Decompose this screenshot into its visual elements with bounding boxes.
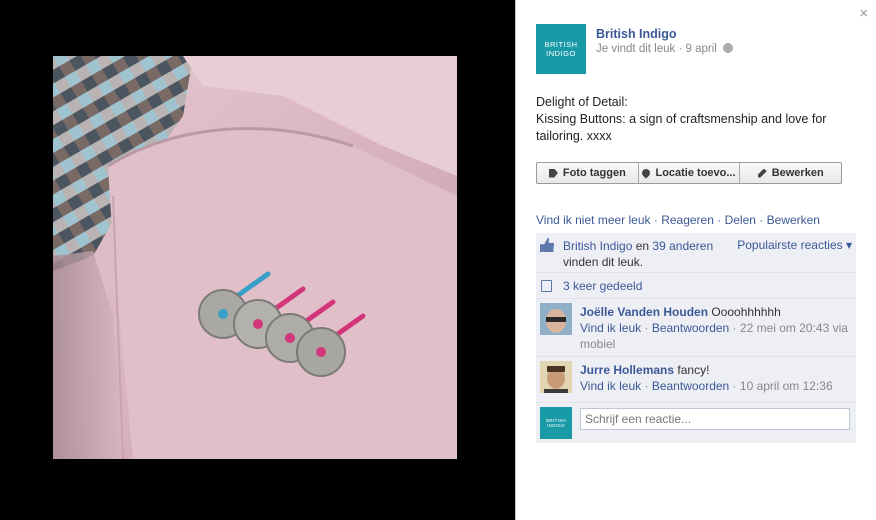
post-date[interactable]: 9 april <box>686 43 717 55</box>
feedback-box: British Indigo en 39 anderen vinden dit … <box>536 233 856 443</box>
comment-author-link[interactable]: Jurre Hollemans <box>580 363 674 377</box>
add-location-label: Locatie toevo... <box>655 167 736 179</box>
add-location-button[interactable]: Locatie toevo... <box>639 163 741 183</box>
edit-label: Bewerken <box>771 167 824 179</box>
commenter-avatar[interactable] <box>540 361 572 393</box>
edit-button[interactable]: Bewerken <box>740 163 841 183</box>
post-photo[interactable] <box>53 56 457 459</box>
likes-row: British Indigo en 39 anderen vinden dit … <box>536 233 856 273</box>
comment-link[interactable]: Reageren <box>661 213 714 227</box>
tag-photo-label: Foto taggen <box>562 167 626 179</box>
location-pin-icon <box>640 167 653 179</box>
tag-icon <box>548 168 558 178</box>
page-avatar[interactable]: BRITISH INDIGO <box>536 24 586 74</box>
photo-action-bar: Foto taggen Locatie toevo... Bewerken <box>536 162 842 184</box>
thumbs-up-icon <box>540 238 554 252</box>
pencil-icon <box>757 168 767 178</box>
commenter-avatar[interactable] <box>540 303 572 335</box>
logo-text-line1: BRITISH <box>544 40 578 49</box>
globe-icon[interactable] <box>723 43 734 53</box>
comment-body: Jurre Hollemans fancy! Vind ik leuk · Be… <box>580 363 833 393</box>
post-links: Vind ik niet meer leuk · Reageren · Dele… <box>536 213 820 227</box>
meta-separator: · <box>678 43 686 55</box>
post-message: Delight of Detail: Kissing Buttons: a si… <box>536 95 827 143</box>
comment-text: fancy! <box>677 363 710 377</box>
comment-timestamp[interactable]: 10 april om 12:36 <box>740 379 833 393</box>
close-icon[interactable]: × <box>859 6 868 21</box>
shares-count-link[interactable]: 3 keer gedeeld <box>563 279 642 293</box>
comment-item: Jurre Hollemans fancy! Vind ik leuk · Be… <box>536 357 856 403</box>
logo-text-line2: INDIGO <box>546 49 576 58</box>
photo-stage <box>0 0 515 520</box>
comment-text: Oooohhhhhh <box>711 305 781 319</box>
share-link[interactable]: Delen <box>725 213 756 227</box>
comment-composer: BRITISH INDIGO <box>536 403 856 443</box>
likes-suffix: vinden dit leuk. <box>563 255 644 269</box>
shares-row: 3 keer gedeeld <box>536 273 856 299</box>
composer-avatar: BRITISH INDIGO <box>540 407 572 439</box>
post-meta: Je vindt dit leuk · 9 april <box>596 43 734 55</box>
photo-image <box>53 56 457 459</box>
comment-input[interactable] <box>580 408 850 430</box>
likes-summary: British Indigo en 39 anderen vinden dit … <box>563 238 733 270</box>
comment-item: Joëlle Vanden Houden Oooohhhhhh Vind ik … <box>536 299 856 357</box>
post-sidebar: × BRITISH INDIGO British Indigo Je vindt… <box>515 0 876 520</box>
unlike-link[interactable]: Vind ik niet meer leuk <box>536 213 651 227</box>
tag-photo-button[interactable]: Foto taggen <box>537 163 639 183</box>
comment-body: Joëlle Vanden Houden Oooohhhhhh Vind ik … <box>580 305 848 351</box>
comment-like-link[interactable]: Vind ik leuk <box>580 379 641 393</box>
edit-link[interactable]: Bewerken <box>767 213 820 227</box>
share-icon <box>541 280 552 292</box>
comment-like-link[interactable]: Vind ik leuk <box>580 321 641 335</box>
top-comments-dropdown[interactable]: Populairste reacties ▾ <box>737 238 852 252</box>
other-likers-link[interactable]: 39 anderen <box>652 239 713 253</box>
comment-author-link[interactable]: Joëlle Vanden Houden <box>580 305 708 319</box>
comment-reply-link[interactable]: Beantwoorden <box>652 379 729 393</box>
liked-status[interactable]: Je vindt dit leuk <box>596 43 675 55</box>
liker-page-link[interactable]: British Indigo <box>563 239 632 253</box>
comment-reply-link[interactable]: Beantwoorden <box>652 321 729 335</box>
composer-logo-line2: INDIGO <box>547 423 565 428</box>
likes-and: en <box>635 239 650 253</box>
page-name-link[interactable]: British Indigo <box>596 27 677 41</box>
